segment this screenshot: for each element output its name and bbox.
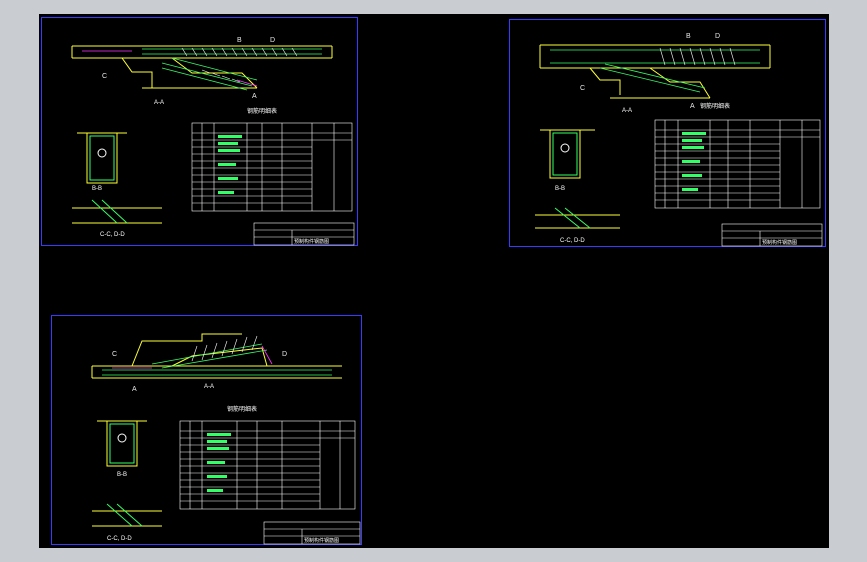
svg-text:C: C xyxy=(580,85,585,92)
table-green-entries xyxy=(682,132,706,191)
table-title: 钢筋明细表 xyxy=(227,405,257,413)
section-bb xyxy=(97,420,147,467)
section-cc xyxy=(92,503,162,527)
table-title: 钢筋明细表 xyxy=(700,102,730,110)
svg-text:B: B xyxy=(237,37,242,44)
drawing-sheet-1[interactable]: B D C A A-A B-B C-C, D-D 钢筋明细表 预制构件钢筋图 xyxy=(41,17,358,246)
titleblock-text: 预制构件钢筋图 xyxy=(294,238,329,245)
sheet-2-graphics: B D C A A-A B-B C-C, D-D 钢筋明细表 预制构件钢筋图 xyxy=(535,33,823,247)
svg-text:D: D xyxy=(282,351,287,358)
svg-text:B: B xyxy=(686,33,691,40)
table-green-entries xyxy=(218,135,242,194)
aa-label: A-A xyxy=(622,108,632,114)
cc-label: C-C, D-D xyxy=(560,238,585,244)
cad-drawing-canvas[interactable]: B D C A A-A B-B C-C, D-D 钢筋明细表 预制构件钢筋图 B… xyxy=(39,14,829,548)
svg-text:A: A xyxy=(690,103,695,110)
svg-text:C: C xyxy=(112,351,117,358)
svg-text:C: C xyxy=(102,73,107,80)
rebar-schedule-table xyxy=(654,119,821,209)
section-cc xyxy=(72,199,162,224)
svg-text:A: A xyxy=(252,93,257,100)
beam-elevation xyxy=(539,44,771,99)
drawing-sheet-3[interactable]: C D A A-A B-B C-C, D-D 钢筋明细表 预制构件钢筋图 xyxy=(51,315,362,545)
bb-label: B-B xyxy=(92,186,102,192)
bb-label: B-B xyxy=(555,186,565,192)
aa-label: A-A xyxy=(154,100,164,106)
aa-label: A-A xyxy=(204,384,214,390)
beam-elevation xyxy=(91,333,342,379)
rebar-schedule-table xyxy=(179,420,356,510)
section-bb xyxy=(540,129,595,179)
titleblock-text: 预制构件钢筋图 xyxy=(762,239,797,246)
svg-text:D: D xyxy=(715,33,720,40)
table-title: 钢筋明细表 xyxy=(247,107,277,115)
section-cc xyxy=(535,207,620,229)
svg-text:D: D xyxy=(270,37,275,44)
sheet-1-graphics: B D C A A-A B-B C-C, D-D 钢筋明细表 预制构件钢筋图 xyxy=(71,37,355,246)
rebar-cage xyxy=(142,48,322,91)
cc-label: C-C, D-D xyxy=(107,536,132,542)
rebar-cage xyxy=(102,343,332,376)
section-markers: C D A xyxy=(112,351,287,393)
cc-label: C-C, D-D xyxy=(100,232,125,238)
drawing-sheet-2[interactable]: B D C A A-A B-B C-C, D-D 钢筋明细表 预制构件钢筋图 xyxy=(509,19,826,247)
stirrups xyxy=(659,47,736,66)
table-green-entries xyxy=(207,433,231,492)
svg-text:A: A xyxy=(132,386,137,393)
section-bb xyxy=(77,132,127,184)
rebar-schedule-table xyxy=(191,122,353,212)
sheet-3-graphics: C D A A-A B-B C-C, D-D 钢筋明细表 预制构件钢筋图 xyxy=(91,333,361,545)
beam-elevation xyxy=(71,45,333,89)
titleblock-text: 预制构件钢筋图 xyxy=(304,537,339,544)
bb-label: B-B xyxy=(117,472,127,478)
